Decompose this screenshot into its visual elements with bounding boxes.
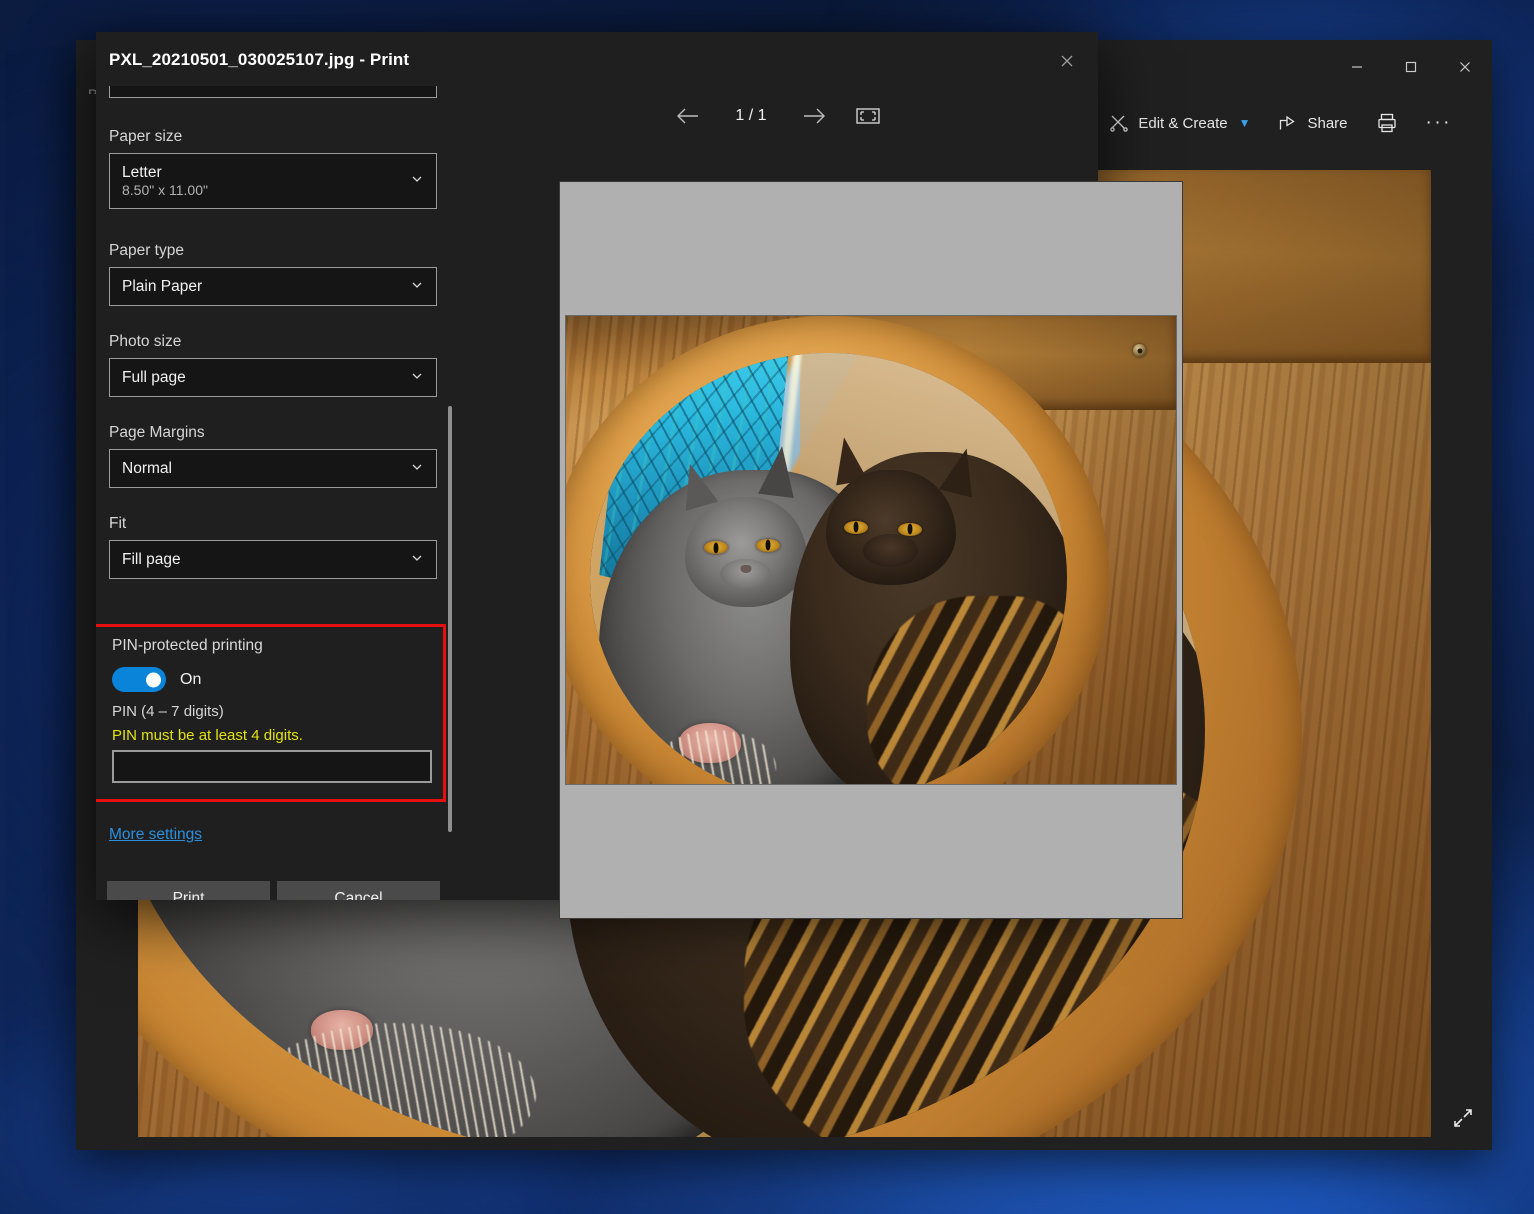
gray-cat-ear-right [758,444,800,498]
fit-value: Fill page [122,550,424,569]
setting-paper-size: Paper size Letter 8.50" x 11.00" [109,128,437,209]
edit-create-label: Edit & Create [1138,115,1227,132]
tortie-cat-body [867,596,1067,784]
cat-bed-ring [566,316,1109,784]
page-margins-combobox[interactable]: Normal [109,449,437,488]
chevron-down-icon [410,550,424,569]
edit-create-icon [1109,113,1129,133]
photo-size-combobox[interactable]: Full page [109,358,437,397]
dialog-action-buttons: Print Cancel [107,881,440,900]
pin-toggle-state-label: On [180,671,201,689]
page-margins-value: Normal [122,459,424,478]
previous-page-icon[interactable] [675,106,701,126]
fit-to-window-icon[interactable] [855,105,881,127]
page-margins-label: Page Margins [109,424,437,442]
chevron-down-icon [410,172,424,191]
white-fur-tuft [654,730,776,784]
share-icon [1278,113,1298,133]
chevron-down-icon: ▼ [1239,116,1251,130]
paper-type-value: Plain Paper [122,277,424,296]
gray-cat-eye-right [756,539,780,552]
settings-scrollbar[interactable] [448,406,452,832]
tortie-cat-eye-left [844,521,868,534]
ellipsis-icon: ··· [1426,112,1452,134]
pin-input[interactable] [112,750,432,783]
fit-combobox[interactable]: Fill page [109,540,437,579]
pin-digits-label: PIN (4 – 7 digits) [112,703,429,720]
dialog-close-button[interactable] [1046,42,1088,80]
chevron-down-icon [410,368,424,387]
cat-photo-preview [566,316,1176,784]
share-label: Share [1307,115,1347,132]
maximize-button[interactable] [1384,40,1438,94]
window-controls [1330,40,1492,94]
print-preview-photo [565,315,1177,785]
minimize-button[interactable] [1330,40,1384,94]
paper-size-label: Paper size [109,128,437,146]
more-options-button[interactable]: ··· [1414,103,1464,143]
paper-size-combobox[interactable]: Letter 8.50" x 11.00" [109,153,437,209]
tortie-cat-head [826,470,956,585]
print-button[interactable] [1364,103,1410,143]
gray-cat-muzzle [720,559,771,590]
pin-validation-warning: PIN must be at least 4 digits. [112,727,429,744]
tortie-cat-muzzle [863,534,918,566]
share-button[interactable]: Share [1266,103,1359,143]
tortoiseshell-cat [790,452,1067,784]
gray-cat-nose [740,565,751,573]
pin-protected-printing-toggle[interactable] [112,667,166,692]
tortie-cat-ear-right [939,445,983,498]
tortie-cat-eye-right [898,523,922,536]
print-dialog-title: PXL_20210501_030025107.jpg - Print [109,50,409,70]
gray-cat-head [685,497,807,607]
cancel-button[interactable]: Cancel [277,881,440,900]
paper-size-value: Letter [122,163,424,182]
photo-size-value: Full page [122,368,424,387]
page-indicator: 1 / 1 [729,107,773,125]
print-dialog: PXL_20210501_030025107.jpg - Print Paper… [96,32,1098,900]
print-preview-page [560,182,1182,918]
gray-cat-eye-left [704,541,728,554]
pin-toggle-row: On [112,667,429,692]
preview-page-navigation: 1 / 1 [458,86,1098,146]
setting-page-margins: Page Margins Normal [109,424,437,488]
more-settings-link[interactable]: More settings [109,826,202,844]
paper-type-combobox[interactable]: Plain Paper [109,267,437,306]
paper-type-label: Paper type [109,242,437,260]
print-confirm-button[interactable]: Print [107,881,270,900]
chevron-down-icon [410,459,424,478]
pin-protected-printing-group: PIN-protected printing On PIN (4 – 7 dig… [96,624,446,802]
print-settings-pane: Paper size Letter 8.50" x 11.00" Paper t… [96,86,458,900]
chevron-down-icon [410,277,424,296]
cat-bed-opening [590,353,1067,784]
pin-protected-printing-label: PIN-protected printing [112,637,429,655]
setting-paper-type: Paper type Plain Paper [109,242,437,306]
edit-and-create-button[interactable]: Edit & Create ▼ [1097,103,1262,143]
paper-size-dimensions: 8.50" x 11.00" [122,182,424,200]
setting-fit: Fit Fill page [109,515,437,579]
toggle-knob [146,672,161,687]
desktop: P ▣ Edit & Create ▼ [0,0,1534,1214]
photo-size-label: Photo size [109,333,437,351]
scrolled-off-setting-combobox[interactable] [109,86,437,98]
print-preview-pane: 1 / 1 [458,86,1098,900]
setting-photo-size: Photo size Full page [109,333,437,397]
expand-image-icon[interactable] [1450,1105,1476,1136]
next-page-icon[interactable] [801,106,827,126]
fit-label: Fit [109,515,437,533]
printer-icon [1376,112,1398,134]
white-fur-tuft [254,1023,535,1137]
close-button[interactable] [1438,40,1492,94]
